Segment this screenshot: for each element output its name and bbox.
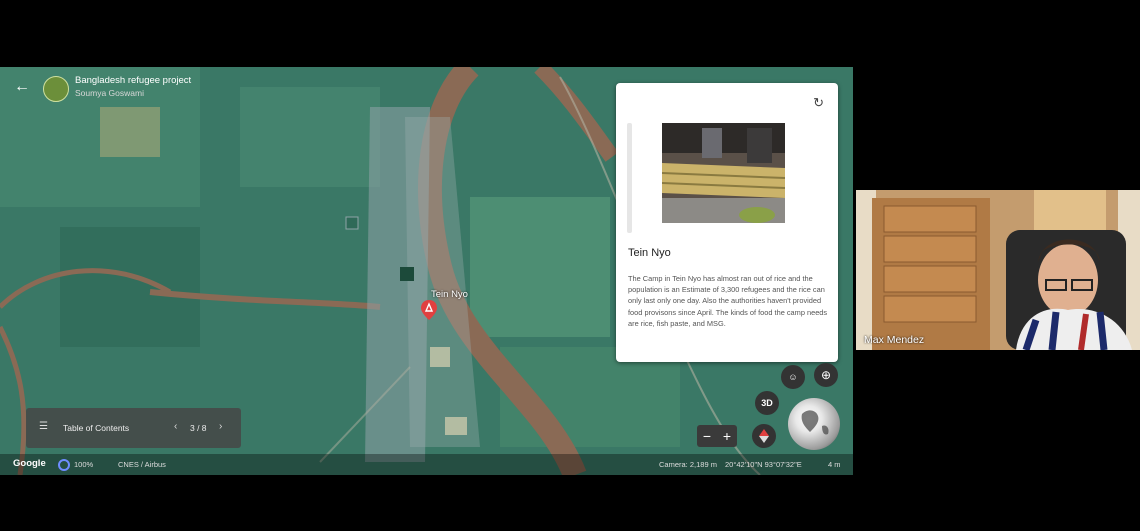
toc-label[interactable]: Table of Contents (63, 423, 129, 433)
load-percent: 100% (74, 460, 94, 469)
coordinates: 20°42'10"N 93°07'32"E (725, 460, 802, 469)
table-of-contents-bar[interactable]: ☰ Table of Contents ‹ 3 / 8 › (26, 408, 241, 448)
map-view[interactable]: ← Bangladesh refugee project Soumya Gosw… (0, 67, 853, 475)
chevron-right-icon[interactable]: › (219, 421, 222, 432)
project-author: Soumya Goswami (75, 88, 144, 98)
card-description: The Camp in Tein Nyo has almost ran out … (628, 274, 828, 328)
toc-page-counter: 3 / 8 (190, 423, 207, 433)
3d-toggle-button[interactable]: 3D (755, 391, 779, 415)
refresh-icon[interactable]: ↻ (813, 95, 824, 111)
status-bar: Google 100% CNES / Airbus Camera: 2,189 … (0, 454, 853, 475)
loading-ring-icon (58, 459, 70, 471)
camera-altitude: Camera: 2,189 m (659, 460, 717, 469)
pegman-icon[interactable]: ☺ (781, 365, 805, 389)
chevron-left-icon[interactable]: ‹ (174, 421, 177, 432)
card-scrollbar[interactable] (627, 123, 632, 233)
placemark-info-card: ↻ Tein Nyo The Camp in Tein Nyo has almo… (616, 83, 838, 362)
zoom-controls[interactable]: − + (697, 425, 737, 447)
zoom-out-button[interactable]: − (703, 428, 711, 444)
globe-icon[interactable] (788, 398, 840, 450)
compass-icon[interactable] (752, 424, 776, 448)
scale-label: 4 m (828, 460, 841, 469)
target-icon[interactable]: ⊕ (814, 363, 838, 387)
card-title: Tein Nyo (628, 247, 671, 259)
imagery-credits: CNES / Airbus (118, 460, 166, 469)
participant-name: Max Mendez (864, 334, 925, 346)
placemark-label[interactable]: Tein Nyo (431, 289, 468, 300)
google-logo: Google (13, 458, 46, 469)
project-title: Bangladesh refugee project (75, 75, 192, 86)
participant-video (856, 190, 1140, 350)
arrow-left-icon[interactable]: ← (14, 78, 30, 96)
list-icon[interactable]: ☰ (39, 421, 48, 432)
zoom-in-button[interactable]: + (723, 428, 731, 444)
card-photo (662, 123, 785, 223)
placemark-pin-icon[interactable] (421, 300, 437, 325)
project-avatar (43, 76, 69, 102)
